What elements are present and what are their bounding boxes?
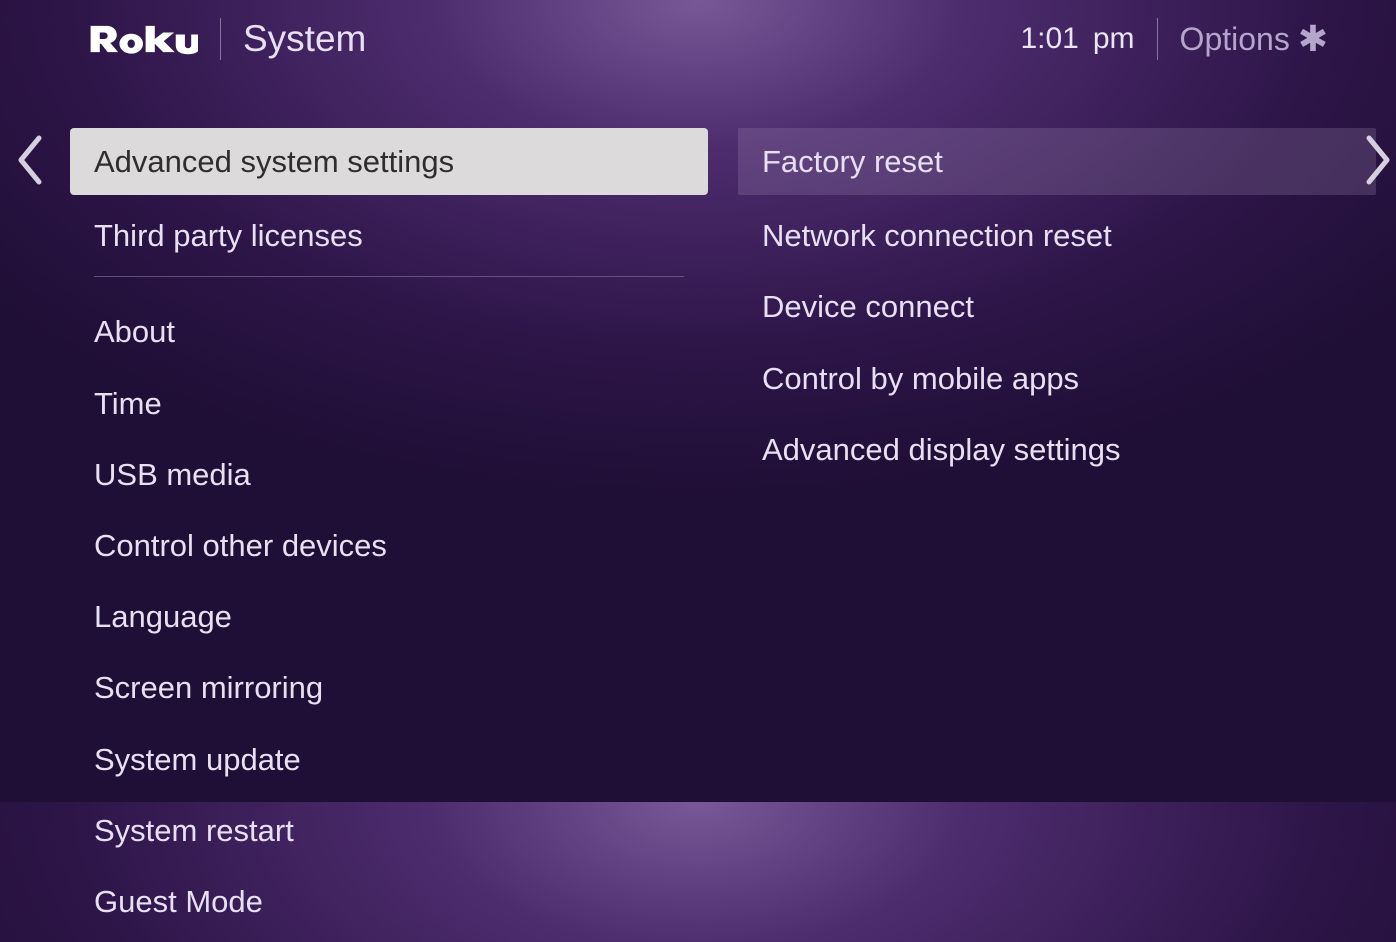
chevron-left-icon[interactable]: [14, 132, 46, 197]
left-panel: Advanced system settings Third party lic…: [70, 128, 708, 942]
menu-item-about[interactable]: About: [70, 301, 708, 362]
submenu-item-device-connect[interactable]: Device connect: [738, 276, 1376, 337]
content: Advanced system settings Third party lic…: [0, 128, 1396, 942]
submenu-item-control-by-mobile-apps[interactable]: Control by mobile apps: [738, 348, 1376, 409]
submenu-item-factory-reset[interactable]: Factory reset: [738, 128, 1376, 195]
clock-period: pm: [1093, 22, 1135, 56]
page-title: System: [243, 18, 366, 60]
asterisk-icon: ✱: [1298, 21, 1328, 57]
menu-item-third-party-licenses[interactable]: Third party licenses: [70, 205, 708, 266]
menu-item-advanced-system-settings[interactable]: Advanced system settings: [70, 128, 708, 195]
right-panel: Factory reset Network connection reset D…: [738, 128, 1376, 942]
menu-divider: [94, 276, 684, 277]
header-divider-right: [1157, 18, 1158, 60]
header: System 1:01 pm Options ✱: [0, 0, 1396, 60]
header-left: System: [88, 18, 366, 60]
menu-item-language[interactable]: Language: [70, 586, 708, 647]
menu-item-usb-media[interactable]: USB media: [70, 444, 708, 505]
clock: 1:01 pm: [1020, 22, 1134, 56]
menu-item-screen-mirroring[interactable]: Screen mirroring: [70, 657, 708, 718]
menu-item-system-update[interactable]: System update: [70, 729, 708, 790]
menu-item-guest-mode[interactable]: Guest Mode: [70, 871, 708, 932]
chevron-right-icon[interactable]: [1362, 132, 1394, 197]
menu-item-control-other-devices[interactable]: Control other devices: [70, 515, 708, 576]
submenu-item-advanced-display-settings[interactable]: Advanced display settings: [738, 419, 1376, 480]
header-divider: [220, 18, 221, 60]
options-button[interactable]: Options ✱: [1180, 21, 1328, 58]
menu-item-system-restart[interactable]: System restart: [70, 800, 708, 861]
options-text: Options: [1180, 21, 1290, 58]
menu-item-time[interactable]: Time: [70, 373, 708, 434]
roku-logo: [88, 20, 198, 58]
submenu-item-network-connection-reset[interactable]: Network connection reset: [738, 205, 1376, 266]
header-right: 1:01 pm Options ✱: [1020, 18, 1328, 60]
clock-time: 1:01: [1020, 22, 1078, 56]
